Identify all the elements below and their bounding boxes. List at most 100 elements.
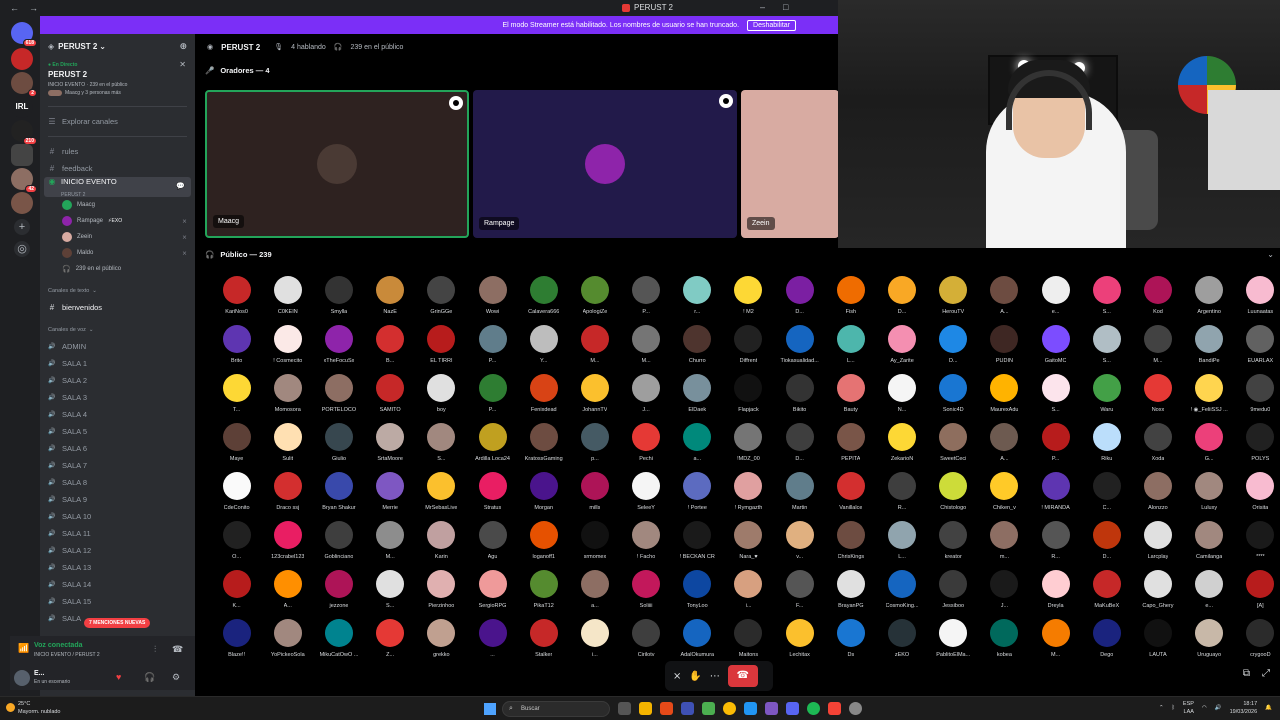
audience-member[interactable]: G...	[1184, 423, 1235, 465]
audience-member[interactable]: S...	[365, 570, 416, 612]
voice-channel[interactable]: 🔊 SALA 1	[40, 355, 195, 372]
bluetooth-icon[interactable]: ᛒ	[1172, 705, 1175, 711]
audience-member[interactable]: Chiken_v	[979, 472, 1030, 514]
audience-member[interactable]: Uruguayo	[1184, 619, 1235, 661]
audience-member[interactable]: ! Rymgazth	[723, 472, 774, 514]
audience-member[interactable]: Ds	[825, 619, 876, 661]
invite-icon[interactable]: ⊕	[179, 41, 187, 52]
audience-member[interactable]: J...	[979, 570, 1030, 612]
audience-member[interactable]: A...	[979, 276, 1030, 318]
audience-member[interactable]: Morgan	[518, 472, 569, 514]
audience-member[interactable]: KratossGaming	[518, 423, 569, 465]
channel-feedback[interactable]: # feedback	[40, 160, 195, 177]
audience-member[interactable]: SrtaMoore	[365, 423, 416, 465]
audience-member[interactable]: A...	[262, 570, 313, 612]
audience-member[interactable]: Calavera666	[518, 276, 569, 318]
audience-member[interactable]: Agu	[467, 521, 518, 563]
language-indicator[interactable]: ESP LAA	[1183, 700, 1194, 716]
audience-member[interactable]: PORTELOCO	[313, 374, 364, 416]
chevron-up-icon[interactable]: ⌃	[1159, 705, 1164, 711]
audience-member[interactable]: Maitons	[723, 619, 774, 661]
audience-member[interactable]: T...	[211, 374, 262, 416]
store-icon[interactable]	[702, 702, 715, 715]
audience-member[interactable]: Karin	[416, 521, 467, 563]
audience-member[interactable]: PEPITA	[825, 423, 876, 465]
audience-member[interactable]: P...	[467, 325, 518, 367]
audience-member[interactable]: kreator	[928, 521, 979, 563]
audience-member[interactable]: P...	[621, 276, 672, 318]
voice-status[interactable]: Voz conectada	[34, 642, 83, 649]
audience-member[interactable]: L...	[876, 521, 927, 563]
voice-channel[interactable]: 🔊 SALA 11	[40, 525, 195, 542]
audience-member[interactable]: Y...	[518, 325, 569, 367]
audience-member[interactable]: Momosora	[262, 374, 313, 416]
close-icon[interactable]: ✕	[179, 60, 186, 69]
audience-member[interactable]: F...	[774, 570, 825, 612]
channel-bienvenidos[interactable]: # bienvenidos	[40, 299, 195, 316]
avatar[interactable]	[14, 670, 30, 686]
audience-member[interactable]: SAMITO	[365, 374, 416, 416]
audience-member[interactable]: Draco ssj	[262, 472, 313, 514]
audience-member[interactable]: GrinGGe	[416, 276, 467, 318]
audience-member[interactable]: M...	[1132, 325, 1183, 367]
voice-channel[interactable]: 🔊 SALA 5	[40, 423, 195, 440]
audience-member[interactable]: Ay_Zarite	[876, 325, 927, 367]
app-icon[interactable]	[744, 702, 757, 715]
audience-member[interactable]: POLYS	[1235, 423, 1280, 465]
audience-member[interactable]: Dreyla	[1030, 570, 1081, 612]
voice-channel[interactable]: 🔊 SALA 4	[40, 406, 195, 423]
audience-member[interactable]: D...	[774, 276, 825, 318]
audience-member[interactable]: Larcplay	[1132, 521, 1183, 563]
audience-member[interactable]: MrSebasLive	[416, 472, 467, 514]
stream-icon[interactable]	[719, 94, 733, 108]
audience-member[interactable]: ApologiZe	[569, 276, 620, 318]
audience-member[interactable]: m...	[979, 521, 1030, 563]
audience-member[interactable]: Merrie	[365, 472, 416, 514]
audience-member[interactable]: EUARLAX	[1235, 325, 1280, 367]
audience-member[interactable]: jezzone	[313, 570, 364, 612]
speaker-tile[interactable]: Zeein	[741, 90, 839, 238]
raise-hand-icon[interactable]: ✋	[689, 671, 701, 682]
audience-member[interactable]: K...	[211, 570, 262, 612]
app-icon[interactable]	[828, 702, 841, 715]
voice-channel[interactable]: 🔊 SALA 7	[40, 457, 195, 474]
audience-member[interactable]: R...	[1030, 521, 1081, 563]
audience-member[interactable]: ZekarioN	[876, 423, 927, 465]
audience-member[interactable]: N...	[876, 374, 927, 416]
audience-member[interactable]: M...	[621, 325, 672, 367]
audience-member[interactable]: Fenixdead	[518, 374, 569, 416]
new-mentions-badge[interactable]: 7 MENCIONES NUEVAS	[84, 618, 151, 628]
audience-member[interactable]: ElDaek	[672, 374, 723, 416]
audience-member[interactable]: Waru	[1081, 374, 1132, 416]
audience-member[interactable]: Alonzzo	[1132, 472, 1183, 514]
audience-member[interactable]: J...	[621, 374, 672, 416]
voice-channel[interactable]: 🔊 ADMIN	[40, 338, 195, 355]
audience-member[interactable]: YoPickeoSola	[262, 619, 313, 661]
audience-member[interactable]: CdeConito	[211, 472, 262, 514]
audience-member[interactable]: A...	[979, 423, 1030, 465]
audience-member[interactable]: Xoda	[1132, 423, 1183, 465]
audience-member[interactable]: Jessiboo	[928, 570, 979, 612]
audience-member[interactable]: S...	[1081, 276, 1132, 318]
server-icon[interactable]	[11, 144, 33, 166]
audience-member[interactable]: i...	[569, 619, 620, 661]
audience-member[interactable]: [A]	[1235, 570, 1280, 612]
app-icon[interactable]	[681, 702, 694, 715]
audience-member[interactable]: Luunaatas	[1235, 276, 1280, 318]
audience-member[interactable]: C0KEIN	[262, 276, 313, 318]
mic-muted-icon[interactable]: ⨯	[673, 671, 681, 682]
audience-member[interactable]: EL TIRRI	[416, 325, 467, 367]
taskbar-search[interactable]: ⌕ Buscar	[502, 701, 610, 717]
audience-member[interactable]: D...	[928, 325, 979, 367]
maximize-icon[interactable]: □	[783, 2, 788, 12]
audience-member[interactable]: p...	[569, 423, 620, 465]
audience-member[interactable]: SeleeY	[621, 472, 672, 514]
chrome-icon[interactable]	[723, 702, 736, 715]
settings-gear-icon[interactable]: ⚙	[172, 672, 180, 683]
audience-member[interactable]: Chistologo	[928, 472, 979, 514]
file-explorer-icon[interactable]	[639, 702, 652, 715]
audience-member[interactable]: Blaze!!	[211, 619, 262, 661]
windows-start-icon[interactable]	[484, 703, 496, 715]
audience-member[interactable]: Tiokasualidad...	[774, 325, 825, 367]
explore-channels[interactable]: ☰ Explorar canales	[40, 113, 195, 130]
